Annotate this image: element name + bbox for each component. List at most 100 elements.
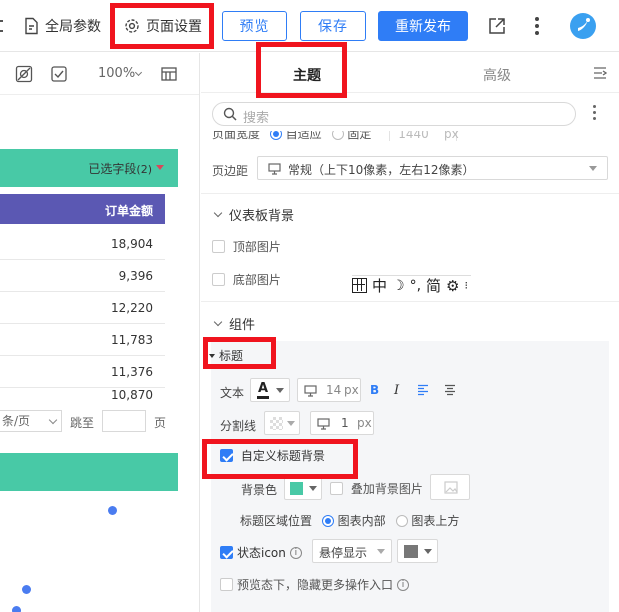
preview-hide-more-label: 预览态下，隐藏更多操作入口 bbox=[237, 578, 394, 592]
table-row: 11,783 bbox=[0, 324, 165, 356]
status-icon-checkbox[interactable] bbox=[220, 546, 233, 559]
menu-icon[interactable] bbox=[0, 20, 3, 32]
title-area-position-row: 标题区域位置 图表内部 图表上方 bbox=[240, 512, 459, 529]
radio-fixed[interactable] bbox=[331, 131, 344, 140]
radio-above-chart-label: 图表上方 bbox=[411, 514, 460, 528]
radio-adaptive[interactable] bbox=[269, 131, 282, 140]
status-icon-color-picker[interactable] bbox=[397, 539, 438, 563]
font-size-value: 14 bbox=[326, 383, 342, 397]
zoom-level[interactable]: 100% bbox=[98, 66, 135, 81]
preview-hide-more-option[interactable]: 预览态下，隐藏更多操作入口 i bbox=[220, 576, 410, 593]
collapse-panel-icon[interactable] bbox=[593, 66, 607, 80]
tab-advanced[interactable]: 高级 bbox=[483, 65, 511, 85]
gear-icon[interactable]: ⚙ bbox=[446, 277, 459, 295]
radio-above-chart[interactable] bbox=[395, 515, 408, 527]
status-icon-mode-select[interactable]: 悬停显示 bbox=[312, 539, 392, 563]
status-icon-option[interactable]: 状态icon i bbox=[220, 544, 302, 561]
external-link-icon[interactable] bbox=[486, 15, 508, 37]
more-options-icon[interactable] bbox=[591, 105, 597, 123]
caret-down-icon bbox=[209, 353, 215, 358]
bottom-image-option[interactable]: 底部图片 bbox=[212, 271, 281, 288]
page-number-input[interactable] bbox=[102, 410, 146, 432]
text-color-picker[interactable]: A bbox=[250, 378, 290, 402]
hide-icon[interactable] bbox=[15, 65, 33, 83]
scatter-point bbox=[12, 606, 21, 612]
info-icon[interactable]: i bbox=[397, 578, 410, 591]
gear-icon bbox=[125, 19, 139, 33]
global-params-button[interactable]: 全局参数 bbox=[23, 14, 101, 38]
table-layout-icon[interactable] bbox=[160, 65, 178, 83]
tab-theme[interactable]: 主题 bbox=[293, 65, 321, 85]
zoom-chevron-icon[interactable] bbox=[134, 68, 143, 77]
chevron-down-icon bbox=[287, 421, 295, 426]
fixed-width-input[interactable]: 1440 px bbox=[389, 131, 459, 141]
user-avatar[interactable] bbox=[569, 12, 597, 40]
align-center-icon[interactable] bbox=[444, 384, 456, 396]
moon-icon[interactable]: ☽ bbox=[392, 278, 405, 294]
table-row: 12,220 bbox=[0, 292, 165, 324]
punctuation-icon[interactable]: °, bbox=[410, 278, 421, 294]
ime-floating-toolbar: 中 ☽ °, 简 ⚙ ⁝ bbox=[352, 275, 471, 295]
table-row: 9,396 bbox=[0, 260, 165, 292]
custom-title-bg-option[interactable]: 自定义标题背景 bbox=[220, 447, 325, 464]
preview-button[interactable]: 预览 bbox=[222, 11, 287, 41]
title-group-toggle[interactable]: 标题 bbox=[209, 347, 243, 364]
global-params-label: 全局参数 bbox=[45, 19, 101, 35]
align-left-icon[interactable] bbox=[417, 384, 429, 396]
divider-color-picker[interactable] bbox=[264, 411, 300, 435]
custom-title-bg-label: 自定义标题背景 bbox=[240, 449, 325, 463]
expand-icon[interactable]: ⁝ bbox=[465, 279, 468, 292]
chevron-down-icon bbox=[589, 166, 597, 171]
divider-width-value: 1 bbox=[341, 416, 349, 430]
ime-lang[interactable]: 中 bbox=[372, 275, 387, 296]
section-dashboard-bg[interactable]: 仪表板背景 bbox=[213, 205, 295, 224]
republish-button[interactable]: 重新发布 bbox=[378, 11, 468, 41]
info-icon[interactable]: i bbox=[289, 546, 302, 559]
page-settings-button[interactable]: 页面设置 bbox=[123, 14, 202, 38]
more-vertical-icon[interactable] bbox=[530, 15, 544, 37]
cell-value: 11,783 bbox=[111, 333, 153, 347]
ime-simplified[interactable]: 简 bbox=[426, 275, 441, 296]
bg-color-picker[interactable] bbox=[284, 476, 322, 500]
save-button[interactable]: 保存 bbox=[300, 11, 366, 41]
divider-width-input[interactable]: 1 px bbox=[310, 411, 374, 435]
grid-icon[interactable] bbox=[352, 278, 367, 293]
search-placeholder: 搜索 bbox=[243, 111, 270, 126]
italic-button[interactable]: I bbox=[394, 383, 399, 398]
chart-title-bar[interactable] bbox=[0, 453, 178, 491]
fixed-width-unit: px bbox=[444, 131, 459, 141]
fixed-width-value: 1440 bbox=[398, 131, 429, 141]
page-unit-label: 页 bbox=[154, 416, 167, 430]
checklist-icon[interactable] bbox=[50, 65, 68, 83]
divider bbox=[201, 193, 619, 194]
selected-fields-bar[interactable]: 已选字段(2) bbox=[0, 149, 178, 187]
radio-inside-chart[interactable] bbox=[321, 515, 334, 527]
font-size-input[interactable]: 14 px bbox=[297, 378, 361, 402]
status-icon-label: 状态icon bbox=[237, 546, 286, 560]
text-label: 文本 bbox=[220, 386, 245, 400]
selected-fields-label: 已选字段(2) bbox=[88, 162, 152, 176]
bold-button[interactable]: B bbox=[370, 383, 379, 397]
overlay-bg-image-option[interactable]: 叠加背景图片 bbox=[330, 480, 423, 497]
top-image-checkbox[interactable] bbox=[212, 240, 225, 253]
overlay-bg-image-label: 叠加背景图片 bbox=[350, 482, 423, 496]
custom-title-bg-checkbox[interactable] bbox=[220, 449, 233, 462]
title-group-label: 标题 bbox=[219, 349, 244, 363]
dashboard-canvas: 100% 已选字段(2) 订单金额 18,904 9,396 12,220 11… bbox=[0, 53, 200, 612]
bg-color-label: 背景色 bbox=[241, 483, 278, 497]
search-input[interactable]: 搜索 bbox=[212, 102, 576, 126]
section-dashboard-bg-title: 仪表板背景 bbox=[229, 209, 295, 224]
bg-image-upload[interactable] bbox=[430, 474, 470, 500]
preview-hide-more-checkbox[interactable] bbox=[220, 578, 233, 591]
section-components[interactable]: 组件 bbox=[213, 314, 255, 333]
top-image-option[interactable]: 顶部图片 bbox=[212, 238, 281, 255]
page-margin-select[interactable]: 常规（上下10像素，左右12像素） bbox=[257, 156, 608, 180]
chevron-down-icon bbox=[377, 549, 385, 554]
table-header: 订单金额 bbox=[0, 194, 165, 224]
radio-adaptive-label: 自适应 bbox=[285, 131, 322, 141]
monitor-icon bbox=[317, 418, 330, 430]
bottom-image-checkbox[interactable] bbox=[212, 273, 225, 286]
overlay-bg-image-checkbox[interactable] bbox=[330, 482, 343, 495]
jump-to-label: 跳至 bbox=[70, 416, 95, 430]
page-size-select[interactable]: 条/页 bbox=[0, 410, 62, 432]
